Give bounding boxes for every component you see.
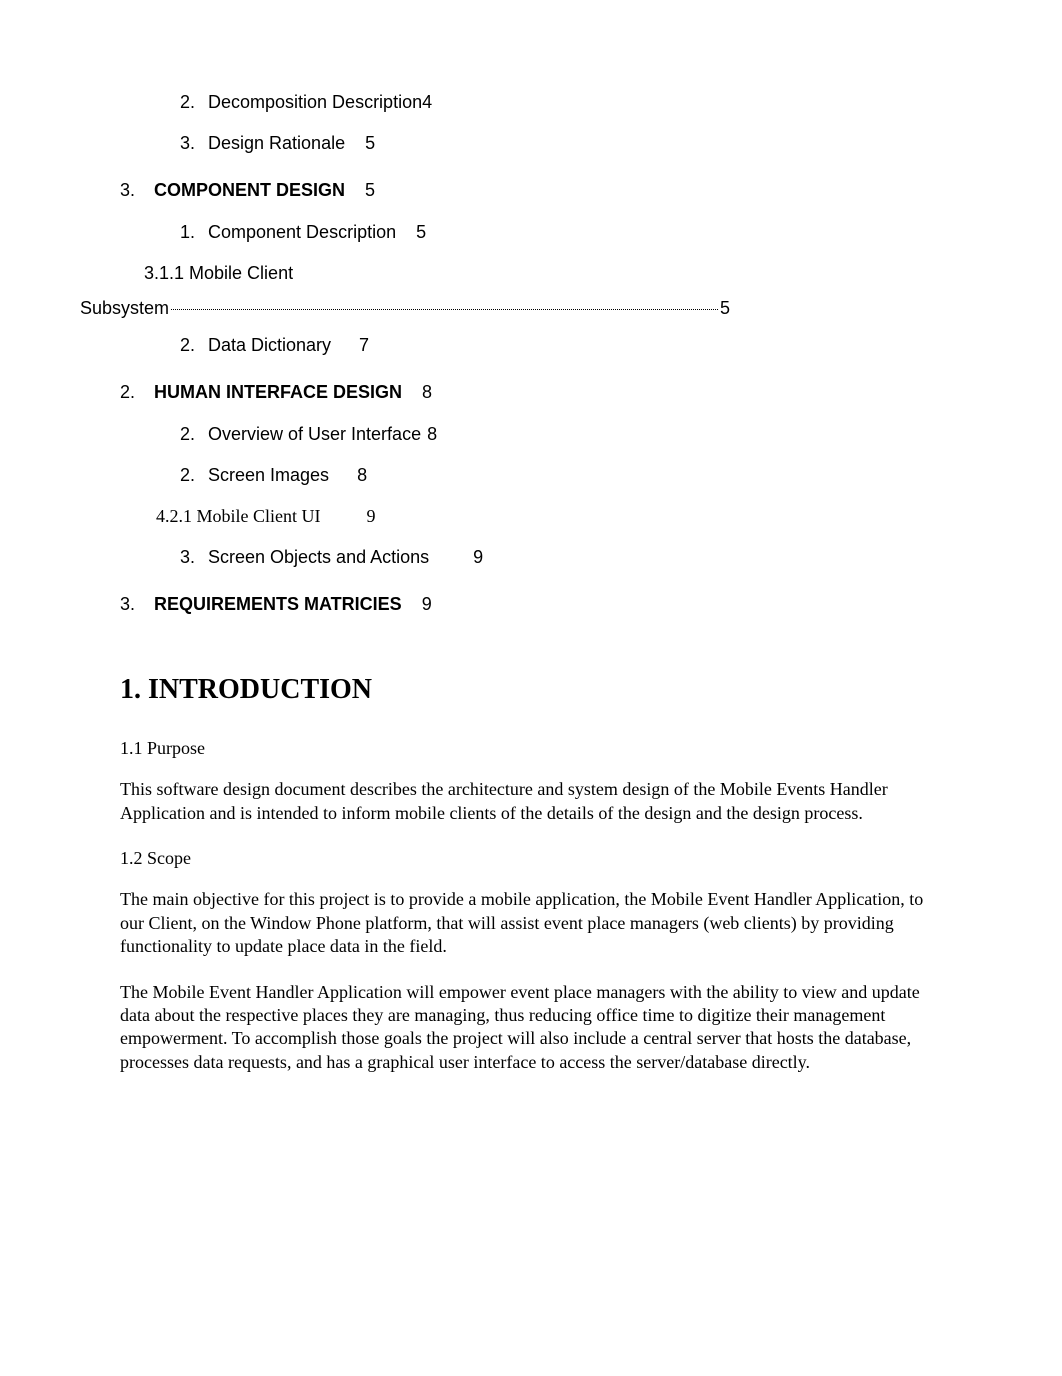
- toc-item-page: 5: [365, 131, 375, 156]
- toc-item: 2. Data Dictionary 7: [180, 333, 942, 358]
- toc-item: 4.2.1 Mobile Client UI 9: [156, 504, 942, 529]
- toc-item-dotted: 3.1.1 Mobile Client: [144, 261, 942, 286]
- toc-item-page: 7: [359, 333, 369, 358]
- toc-item-number: 2.: [180, 90, 208, 115]
- table-of-contents: 2. Decomposition Description4 3. Design …: [120, 90, 942, 617]
- toc-item-number: 3.: [180, 131, 208, 156]
- document-body: 1. INTRODUCTION 1.1 Purpose This softwar…: [120, 672, 942, 1074]
- toc-item-number: 2.: [120, 380, 148, 405]
- toc-item-number: 2.: [180, 422, 208, 447]
- toc-item: 3. COMPONENT DESIGN 5: [120, 178, 942, 203]
- subsection-heading-scope: 1.2 Scope: [120, 847, 942, 870]
- toc-item-label: 4.2.1 Mobile Client UI: [156, 504, 321, 529]
- toc-item: 3. Screen Objects and Actions 9: [180, 545, 942, 570]
- toc-item: 1. Component Description 5: [180, 220, 942, 245]
- page-container: 2. Decomposition Description4 3. Design …: [0, 0, 1062, 1156]
- toc-item-label: Design Rationale: [208, 131, 345, 156]
- toc-item-label: REQUIREMENTS MATRICIES: [154, 592, 402, 617]
- toc-item-page: 5: [365, 178, 375, 203]
- toc-item-page: 5: [720, 296, 730, 321]
- toc-item-page: 8: [427, 422, 437, 447]
- toc-item-number: 3.: [180, 545, 208, 570]
- toc-item-label: Screen Objects and Actions: [208, 545, 429, 570]
- toc-item-label: Component Description: [208, 220, 396, 245]
- toc-item-label: HUMAN INTERFACE DESIGN: [154, 380, 402, 405]
- toc-item-label-line2: Subsystem: [80, 296, 169, 321]
- toc-item-dotted-line: Subsystem 5: [80, 296, 730, 321]
- toc-item-number: 2.: [180, 463, 208, 488]
- toc-item-label: Data Dictionary: [208, 333, 331, 358]
- subsection-heading-purpose: 1.1 Purpose: [120, 737, 942, 760]
- toc-item: 2. Decomposition Description4: [180, 90, 942, 115]
- paragraph: The Mobile Event Handler Application wil…: [120, 981, 940, 1075]
- toc-item: 3. REQUIREMENTS MATRICIES 9: [120, 592, 942, 617]
- toc-item: 2. Overview of User Interface 8: [180, 422, 942, 447]
- toc-item-number: 2.: [180, 333, 208, 358]
- toc-dotted-leader: [171, 309, 718, 310]
- toc-item-page: 4: [422, 90, 432, 115]
- toc-item: 2. HUMAN INTERFACE DESIGN 8: [120, 380, 942, 405]
- toc-item: 3. Design Rationale 5: [180, 131, 942, 156]
- toc-item-number: 3.: [120, 592, 148, 617]
- paragraph: This software design document describes …: [120, 778, 940, 825]
- toc-item-label: Screen Images: [208, 463, 329, 488]
- toc-item-label: Decomposition Description: [208, 90, 422, 115]
- toc-item-page: 9: [367, 504, 376, 529]
- toc-item-label-line1: 3.1.1 Mobile Client: [144, 261, 942, 286]
- paragraph: The main objective for this project is t…: [120, 888, 940, 958]
- toc-item-number: 1.: [180, 220, 208, 245]
- toc-item-number: 3.: [120, 178, 148, 203]
- toc-item: 2. Screen Images 8: [180, 463, 942, 488]
- toc-item-page: 9: [473, 545, 483, 570]
- toc-item-page: 8: [357, 463, 367, 488]
- toc-item-page: 5: [416, 220, 426, 245]
- section-heading-introduction: 1. INTRODUCTION: [120, 672, 942, 708]
- toc-item-page: 8: [422, 380, 432, 405]
- toc-item-page: 9: [422, 592, 432, 617]
- toc-item-label: Overview of User Interface: [208, 422, 421, 447]
- toc-item-label: COMPONENT DESIGN: [154, 178, 345, 203]
